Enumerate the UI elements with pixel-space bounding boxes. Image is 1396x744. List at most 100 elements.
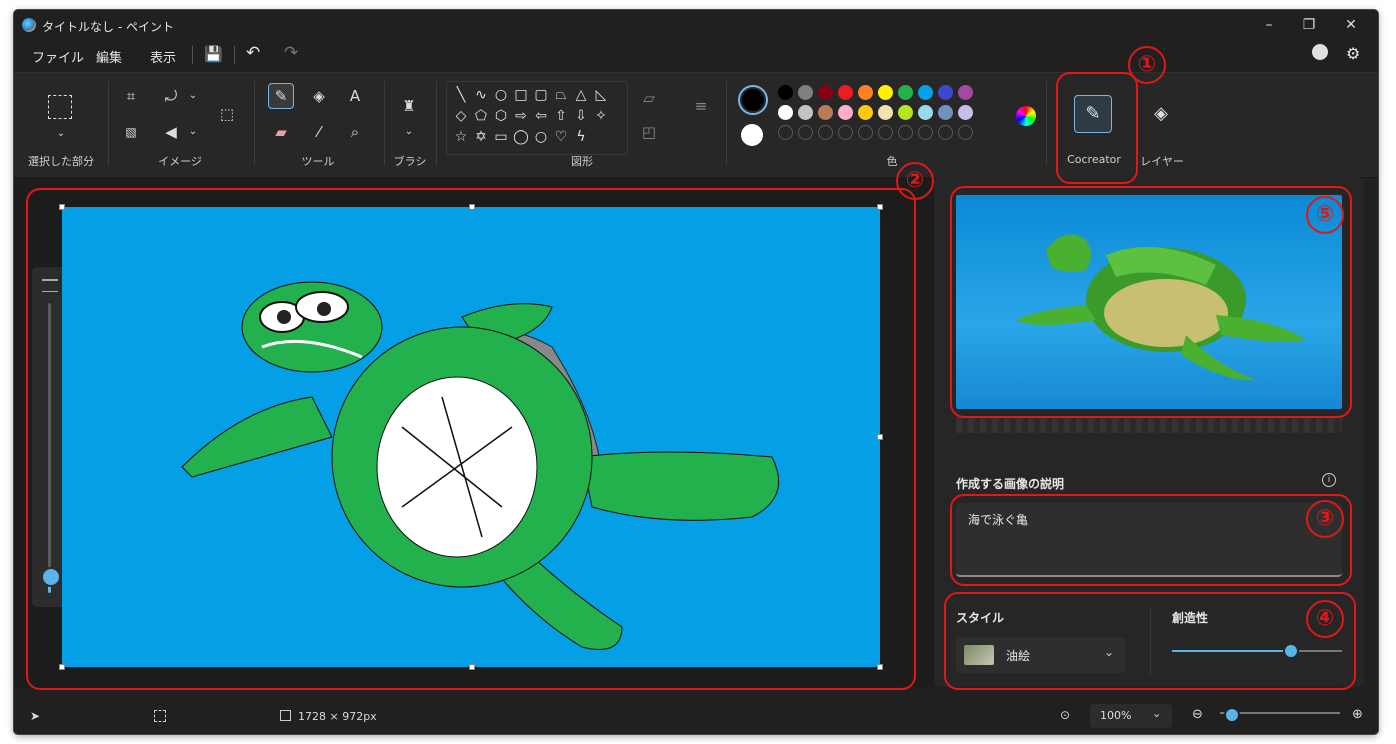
resize-handle[interactable] <box>877 204 883 210</box>
six-point-star-shape-icon[interactable]: ✡ <box>471 127 491 147</box>
style-dropdown[interactable]: 油絵 ⌄ <box>956 637 1126 673</box>
description-input[interactable]: 海で泳ぐ亀 <box>956 503 1342 577</box>
color-swatch[interactable] <box>938 105 953 120</box>
menu-view[interactable]: 表示 <box>150 47 176 66</box>
callout-oval-shape-icon[interactable]: ◯ <box>511 127 531 147</box>
primary-color[interactable] <box>738 85 768 115</box>
resize-handle[interactable] <box>469 204 475 210</box>
diamond-shape-icon[interactable]: ◇ <box>451 106 471 126</box>
redo-icon[interactable]: ↷ <box>284 43 298 63</box>
custom-color-slot[interactable] <box>878 125 893 140</box>
zoom-out-icon[interactable]: ⊖ <box>1192 707 1203 722</box>
creativity-thumb[interactable] <box>1283 643 1299 659</box>
resize-handle[interactable] <box>877 434 883 440</box>
account-icon[interactable] <box>1312 44 1328 60</box>
zoom-slider[interactable] <box>1220 707 1340 723</box>
eraser-icon[interactable]: ▰ <box>268 119 294 145</box>
outline-icon[interactable]: ▱ <box>636 85 662 111</box>
right-arrow-shape-icon[interactable]: ⇨ <box>511 106 531 126</box>
zoom-in-icon[interactable]: ⊕ <box>1352 707 1363 722</box>
color-swatch[interactable] <box>958 85 973 100</box>
chevron-down-icon[interactable]: ⌄ <box>180 83 206 109</box>
secondary-color[interactable] <box>741 124 763 146</box>
color-swatch[interactable] <box>778 85 793 100</box>
edit-colors-icon[interactable] <box>1016 106 1036 126</box>
undo-icon[interactable]: ↶ <box>246 43 260 63</box>
custom-color-slot[interactable] <box>838 125 853 140</box>
color-swatch[interactable] <box>958 105 973 120</box>
lightning-shape-icon[interactable]: ϟ <box>571 127 591 147</box>
save-icon[interactable]: 💾 <box>204 45 223 63</box>
rectangle-shape-icon[interactable]: □ <box>511 85 531 105</box>
restore-button[interactable]: ❐ <box>1294 14 1324 36</box>
curve-shape-icon[interactable]: ∿ <box>471 85 491 105</box>
custom-color-slot[interactable] <box>858 125 873 140</box>
color-swatch[interactable] <box>918 105 933 120</box>
menu-edit[interactable]: 編集 <box>96 47 122 66</box>
color-swatch[interactable] <box>858 85 873 100</box>
custom-color-slot[interactable] <box>798 125 813 140</box>
custom-color-slot[interactable] <box>958 125 973 140</box>
text-icon[interactable]: A <box>342 83 368 109</box>
magnifier-icon[interactable]: ⌕ <box>342 119 368 145</box>
chevron-down-icon[interactable]: ⌄ <box>396 119 422 145</box>
right-triangle-shape-icon[interactable]: ◺ <box>591 85 611 105</box>
callout-rect-shape-icon[interactable]: ▭ <box>491 127 511 147</box>
color-swatch[interactable] <box>798 85 813 100</box>
minimize-button[interactable]: – <box>1254 14 1284 36</box>
resize-icon[interactable]: ▧ <box>118 119 144 145</box>
resize-handle[interactable] <box>59 664 65 670</box>
slider-thumb[interactable] <box>41 567 61 587</box>
zoom-thumb[interactable] <box>1224 707 1240 723</box>
color-swatch[interactable] <box>778 105 793 120</box>
color-swatch[interactable] <box>898 105 913 120</box>
info-icon[interactable]: i <box>1322 473 1336 487</box>
chevron-down-icon[interactable]: ⌄ <box>180 119 206 145</box>
custom-color-slot[interactable] <box>898 125 913 140</box>
settings-gear-icon[interactable]: ⚙ <box>1346 44 1360 63</box>
polygon-shape-icon[interactable]: ⏢ <box>551 85 571 105</box>
shape-size-icon[interactable]: ≡ <box>688 93 714 119</box>
color-swatch[interactable] <box>838 85 853 100</box>
crop-icon[interactable]: ⌗ <box>118 83 144 109</box>
color-swatch[interactable] <box>938 85 953 100</box>
custom-color-slot[interactable] <box>938 125 953 140</box>
heart-shape-icon[interactable]: ♡ <box>551 127 571 147</box>
left-arrow-shape-icon[interactable]: ⇦ <box>531 106 551 126</box>
drawing-canvas[interactable] <box>62 207 880 667</box>
custom-color-slot[interactable] <box>818 125 833 140</box>
fill-bucket-icon[interactable]: ◈ <box>306 83 332 109</box>
resize-handle[interactable] <box>59 204 65 210</box>
hexagon-shape-icon[interactable]: ⬡ <box>491 106 511 126</box>
color-swatch[interactable] <box>878 105 893 120</box>
pencil-icon[interactable]: ✎ <box>268 83 294 109</box>
chevron-down-icon[interactable]: ⌄ <box>48 121 74 147</box>
star-shape-icon[interactable]: ☆ <box>451 127 471 147</box>
color-swatch[interactable] <box>818 105 833 120</box>
color-swatch[interactable] <box>818 85 833 100</box>
select-rectangle-icon[interactable] <box>48 95 72 119</box>
pentagon-shape-icon[interactable]: ⬠ <box>471 106 491 126</box>
line-shape-icon[interactable]: ╲ <box>451 85 471 105</box>
color-swatch[interactable] <box>838 105 853 120</box>
custom-color-slot[interactable] <box>778 125 793 140</box>
rounded-rectangle-shape-icon[interactable]: ▢ <box>531 85 551 105</box>
layers-icon[interactable]: ◈ <box>1148 101 1174 127</box>
generated-image[interactable] <box>956 195 1342 409</box>
color-swatch[interactable] <box>798 105 813 120</box>
brush-icon[interactable]: ♜ <box>396 93 422 119</box>
zoom-dropdown[interactable]: 100% ⌄ <box>1090 704 1172 728</box>
callout-cloud-shape-icon[interactable]: ○ <box>531 127 551 147</box>
resize-handle[interactable] <box>469 664 475 670</box>
menu-file[interactable]: ファイル <box>32 47 84 66</box>
up-arrow-shape-icon[interactable]: ⇧ <box>551 106 571 126</box>
color-swatch[interactable] <box>898 85 913 100</box>
resize-handle[interactable] <box>877 664 883 670</box>
color-picker-icon[interactable]: ⁄ <box>306 119 332 145</box>
color-swatch[interactable] <box>878 85 893 100</box>
color-swatch[interactable] <box>918 85 933 100</box>
close-button[interactable]: ✕ <box>1336 14 1366 36</box>
creativity-slider[interactable] <box>1172 643 1342 659</box>
fill-icon[interactable]: ◰ <box>636 119 662 145</box>
custom-color-slot[interactable] <box>918 125 933 140</box>
